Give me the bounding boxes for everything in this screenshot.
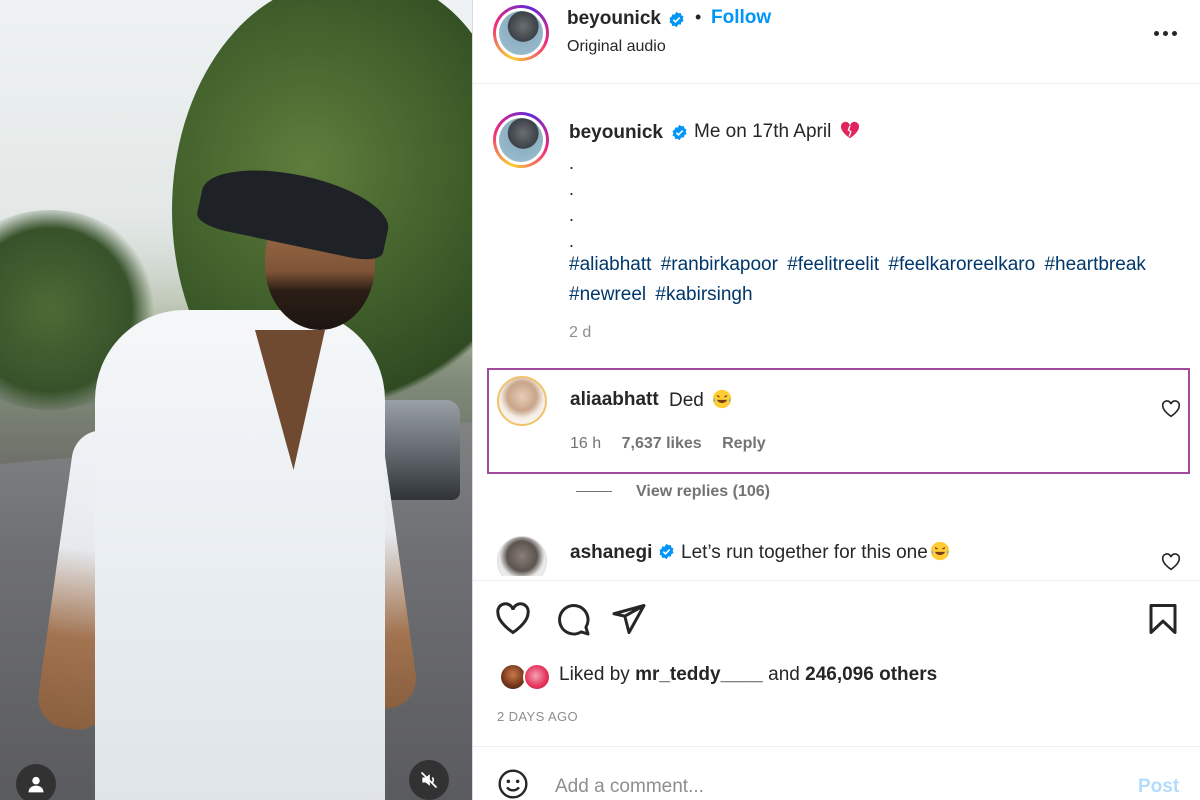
author-avatar[interactable] — [493, 5, 549, 61]
comment-time[interactable]: 16 h — [570, 435, 601, 452]
hashtag-link[interactable]: #newreel — [569, 284, 646, 305]
comment-icon[interactable] — [555, 601, 591, 637]
post-header: beyounick • Follow Original audio — [473, 0, 1200, 84]
commenter-avatar[interactable] — [497, 376, 547, 426]
bookmark-icon[interactable] — [1145, 601, 1181, 637]
verified-badge-icon — [659, 543, 674, 560]
comment-likes[interactable]: 7,637 likes — [622, 435, 702, 452]
hashtag-link[interactable]: #ranbirkapoor — [661, 254, 778, 275]
caption-dot: . — [569, 153, 575, 173]
view-replies-label: View replies (106) — [636, 483, 770, 500]
liked-by-user[interactable]: mr_teddy____ — [635, 664, 763, 685]
caption-timestamp[interactable]: 2 d — [569, 324, 591, 342]
comment-text: Let’s run together for this one — [681, 541, 950, 564]
video-person-body — [95, 310, 385, 800]
commenter-avatar[interactable] — [497, 536, 547, 576]
tagged-user-button[interactable] — [16, 764, 56, 800]
highlighted-comment-frame — [487, 368, 1190, 474]
header-separator: • — [695, 7, 702, 27]
verified-badge-icon — [669, 11, 684, 28]
audio-label[interactable]: Original audio — [567, 38, 666, 56]
comment-input[interactable]: Add a comment... — [555, 776, 704, 798]
commenter-username[interactable]: ashanegi — [570, 542, 652, 564]
comment-item: ashanegi Let’s run together for this one — [473, 536, 1200, 576]
caption-dots: . . . . — [569, 150, 574, 254]
post-comment-button[interactable]: Post — [1138, 776, 1179, 798]
comment-text: Ded — [669, 389, 732, 412]
post-date[interactable]: 2 DAYS AGO — [497, 709, 578, 724]
muted-speaker-icon — [420, 771, 438, 789]
heart-icon[interactable] — [495, 601, 531, 637]
liked-by-text: Liked by mr_teddy____ and 246,096 others — [559, 664, 937, 686]
paper-plane-icon[interactable] — [611, 601, 647, 637]
likes-count[interactable]: 246,096 others — [805, 664, 937, 685]
caption-username[interactable]: beyounick — [569, 122, 663, 144]
liked-by-prefix: Liked by — [559, 664, 630, 685]
hashtag-link[interactable]: #aliabhatt — [569, 254, 651, 275]
caption-hashtags: #aliabhatt #ranbirkapoor #feelitreelit #… — [569, 250, 1189, 310]
caption-dot: . — [569, 179, 575, 199]
author-username[interactable]: beyounick — [567, 8, 661, 30]
post-actions: Liked by mr_teddy____ and 246,096 others… — [473, 580, 1200, 746]
comment-meta: 16 h 7,637 likes Reply — [570, 435, 782, 453]
liker-avatar[interactable] — [523, 663, 551, 691]
user-icon — [28, 776, 44, 793]
reel-video[interactable] — [0, 0, 472, 800]
hashtag-link[interactable]: #kabirsingh — [655, 284, 752, 305]
commenter-username[interactable]: aliaabhatt — [570, 389, 659, 411]
more-options-icon[interactable] — [1145, 20, 1185, 46]
caption-dot: . — [569, 205, 575, 225]
heart-icon[interactable] — [1161, 400, 1181, 418]
view-replies-button[interactable]: View replies (106) — [576, 483, 770, 501]
caption-text-content: Me on 17th April — [694, 121, 832, 142]
liked-by-and: and — [768, 664, 800, 685]
face-with-tears-of-joy-icon — [712, 389, 732, 409]
replies-line — [576, 491, 612, 493]
broken-heart-icon — [841, 121, 860, 139]
caption-author-avatar[interactable] — [493, 112, 549, 168]
heart-icon[interactable] — [1161, 553, 1181, 571]
mute-button[interactable] — [409, 760, 449, 800]
follow-button[interactable]: Follow — [711, 7, 771, 29]
post-details-panel: beyounick • Follow Original audio beyoun… — [473, 0, 1200, 800]
comment-text-content: Let’s run together for this one — [681, 542, 928, 563]
caption-text: Me on 17th April — [694, 121, 861, 143]
verified-badge-icon — [672, 124, 687, 141]
emoji-icon[interactable] — [497, 768, 529, 800]
reply-button[interactable]: Reply — [722, 435, 766, 452]
hashtag-link[interactable]: #feelkaroreelkaro — [888, 254, 1035, 275]
face-with-tears-of-joy-icon — [930, 541, 949, 561]
hashtag-link[interactable]: #feelitreelit — [787, 254, 879, 275]
hashtag-link[interactable]: #heartbreak — [1044, 254, 1145, 275]
add-comment-bar: Add a comment... Post — [473, 746, 1200, 800]
comment-text-content: Ded — [669, 390, 704, 411]
